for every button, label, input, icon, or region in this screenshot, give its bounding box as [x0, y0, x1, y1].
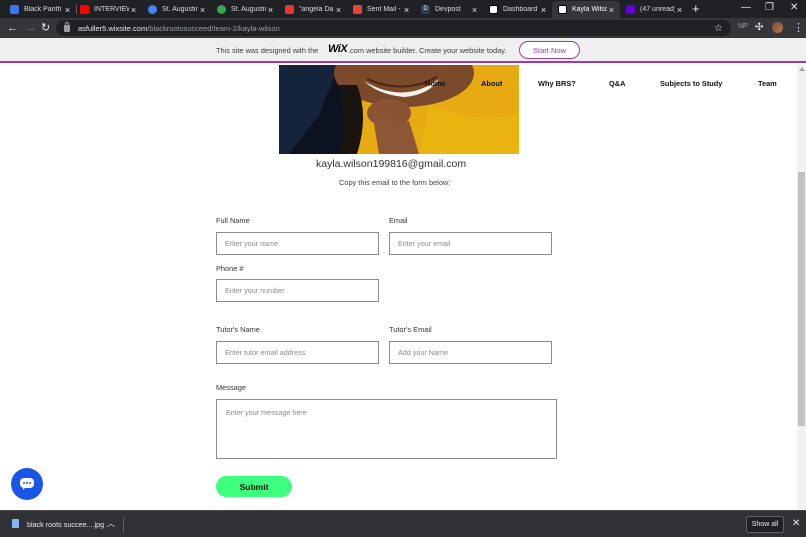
- new-tab-button[interactable]: +: [692, 2, 700, 16]
- tab[interactable]: "angela Da ×: [279, 1, 347, 18]
- devpost-icon: D: [421, 5, 430, 14]
- wix-logo: WiX: [328, 43, 348, 55]
- nav-item-home[interactable]: Home: [425, 79, 446, 88]
- avatar[interactable]: [772, 22, 783, 33]
- image-file-icon: [12, 519, 19, 528]
- close-icon[interactable]: ×: [266, 5, 275, 15]
- bookmark-star-icon[interactable]: ☆: [714, 23, 723, 34]
- forward-icon[interactable]: →: [25, 21, 36, 35]
- window-close-icon[interactable]: ✕: [790, 2, 798, 13]
- tab[interactable]: Dashboard ×: [483, 1, 552, 18]
- url-text[interactable]: asfuller5.wixsite.com/blackrootssucceed/…: [78, 24, 280, 33]
- tab[interactable]: INTERVIEW ×: [74, 1, 142, 18]
- full-name-label: Full Name: [216, 216, 250, 225]
- submit-button[interactable]: Submit: [216, 476, 292, 497]
- show-all-button[interactable]: Show all: [746, 516, 784, 533]
- tutor-name-input[interactable]: Enter tutor email address: [216, 341, 379, 364]
- close-icon[interactable]: ×: [63, 5, 72, 15]
- close-icon[interactable]: ×: [675, 5, 684, 15]
- chevron-up-icon[interactable]: ︿: [107, 518, 115, 529]
- tab[interactable]: St. Augustin ×: [211, 1, 279, 18]
- tab[interactable]: (47 unread) ×: [620, 1, 688, 18]
- download-bar: black roots succee....jpg ︿ Show all ✕: [0, 510, 806, 537]
- email-field[interactable]: Enter your email: [389, 232, 552, 255]
- close-icon[interactable]: ×: [402, 5, 411, 15]
- wix-icon: [489, 5, 498, 14]
- tab[interactable]: Black Panth ×: [4, 1, 76, 18]
- google-icon: [148, 5, 157, 14]
- start-now-button[interactable]: Start Now: [519, 41, 580, 59]
- email-label: Email: [389, 216, 408, 225]
- tutor-name-label: Tutor's Name: [216, 325, 260, 334]
- close-icon[interactable]: ×: [129, 5, 138, 15]
- download-separator: [123, 517, 124, 532]
- nav-item-subjects[interactable]: Subjects to Study: [660, 79, 722, 88]
- tab[interactable]: St. Augustin ×: [142, 1, 211, 18]
- pinterest-icon: [285, 5, 294, 14]
- close-icon[interactable]: ×: [539, 5, 548, 15]
- tutor-email-label: Tutor's Email: [389, 325, 432, 334]
- nav-item-qa[interactable]: Q&A: [609, 79, 625, 88]
- lock-icon: [64, 21, 70, 32]
- copy-note: Copy this email to the form below:: [339, 178, 451, 187]
- extensions-puzzle-icon[interactable]: ✣: [755, 22, 763, 33]
- minimize-icon[interactable]: —: [741, 2, 751, 13]
- full-name-input[interactable]: Enter your name: [216, 232, 379, 255]
- close-icon[interactable]: ×: [470, 5, 479, 15]
- tutor-email-input[interactable]: Add your Name: [389, 341, 552, 364]
- message-label: Message: [216, 383, 246, 392]
- restore-icon[interactable]: ❐: [765, 2, 774, 13]
- chrome-store-icon: [217, 5, 226, 14]
- browser-toolbar: ← → ↻ asfuller5.wixsite.com/blackrootssu…: [0, 18, 806, 38]
- nav-item-about[interactable]: About: [481, 79, 502, 88]
- scroll-up-arrow-icon[interactable]: [799, 67, 805, 71]
- tab-active[interactable]: Kayla Wilso ×: [552, 1, 620, 18]
- tab[interactable]: D Devpost ×: [415, 1, 483, 18]
- nav-item-why-brs[interactable]: Why BRS?: [538, 79, 576, 88]
- browser-window: Black Panth × INTERVIEW × St. Augustin ×…: [0, 0, 806, 537]
- chat-button[interactable]: [11, 468, 43, 500]
- close-icon[interactable]: ×: [607, 5, 616, 15]
- phone-input[interactable]: Enter your number: [216, 279, 379, 302]
- address-bar[interactable]: asfuller5.wixsite.com/blackrootssucceed/…: [56, 20, 731, 36]
- wix-banner: This site was designed with the WiX .com…: [0, 38, 806, 63]
- close-icon[interactable]: ×: [334, 5, 343, 15]
- close-download-bar-icon[interactable]: ✕: [792, 518, 800, 529]
- chat-bubble-icon: [20, 478, 34, 490]
- gmail-icon: [353, 5, 362, 14]
- wix-banner-text: This site was designed with the: [216, 46, 319, 55]
- profile-extension-badge[interactable]: NP: [738, 23, 748, 30]
- scrollbar-thumb[interactable]: [798, 172, 805, 426]
- wix-icon: [558, 5, 567, 14]
- wix-banner-text-2: .com website builder. Create your websit…: [348, 46, 507, 55]
- yahoo-mail-icon: [626, 5, 635, 14]
- message-textarea[interactable]: Enter your message here: [216, 399, 557, 459]
- close-icon[interactable]: ×: [198, 5, 207, 15]
- tab-favicon-icon: [10, 5, 19, 14]
- youtube-icon: [80, 5, 89, 14]
- tab[interactable]: Sent Mail - ×: [347, 1, 415, 18]
- download-file-name[interactable]: black roots succee....jpg: [27, 520, 104, 529]
- kebab-menu-icon[interactable]: ⋮: [793, 21, 804, 34]
- profile-email: kayla.wilson199816@gmail.com: [316, 158, 467, 170]
- back-icon[interactable]: ←: [7, 21, 18, 35]
- phone-label: Phone #: [216, 264, 244, 273]
- nav-item-team[interactable]: Team: [758, 79, 777, 88]
- tab-strip: Black Panth × INTERVIEW × St. Augustin ×…: [0, 0, 806, 18]
- reload-icon[interactable]: ↻: [41, 21, 50, 35]
